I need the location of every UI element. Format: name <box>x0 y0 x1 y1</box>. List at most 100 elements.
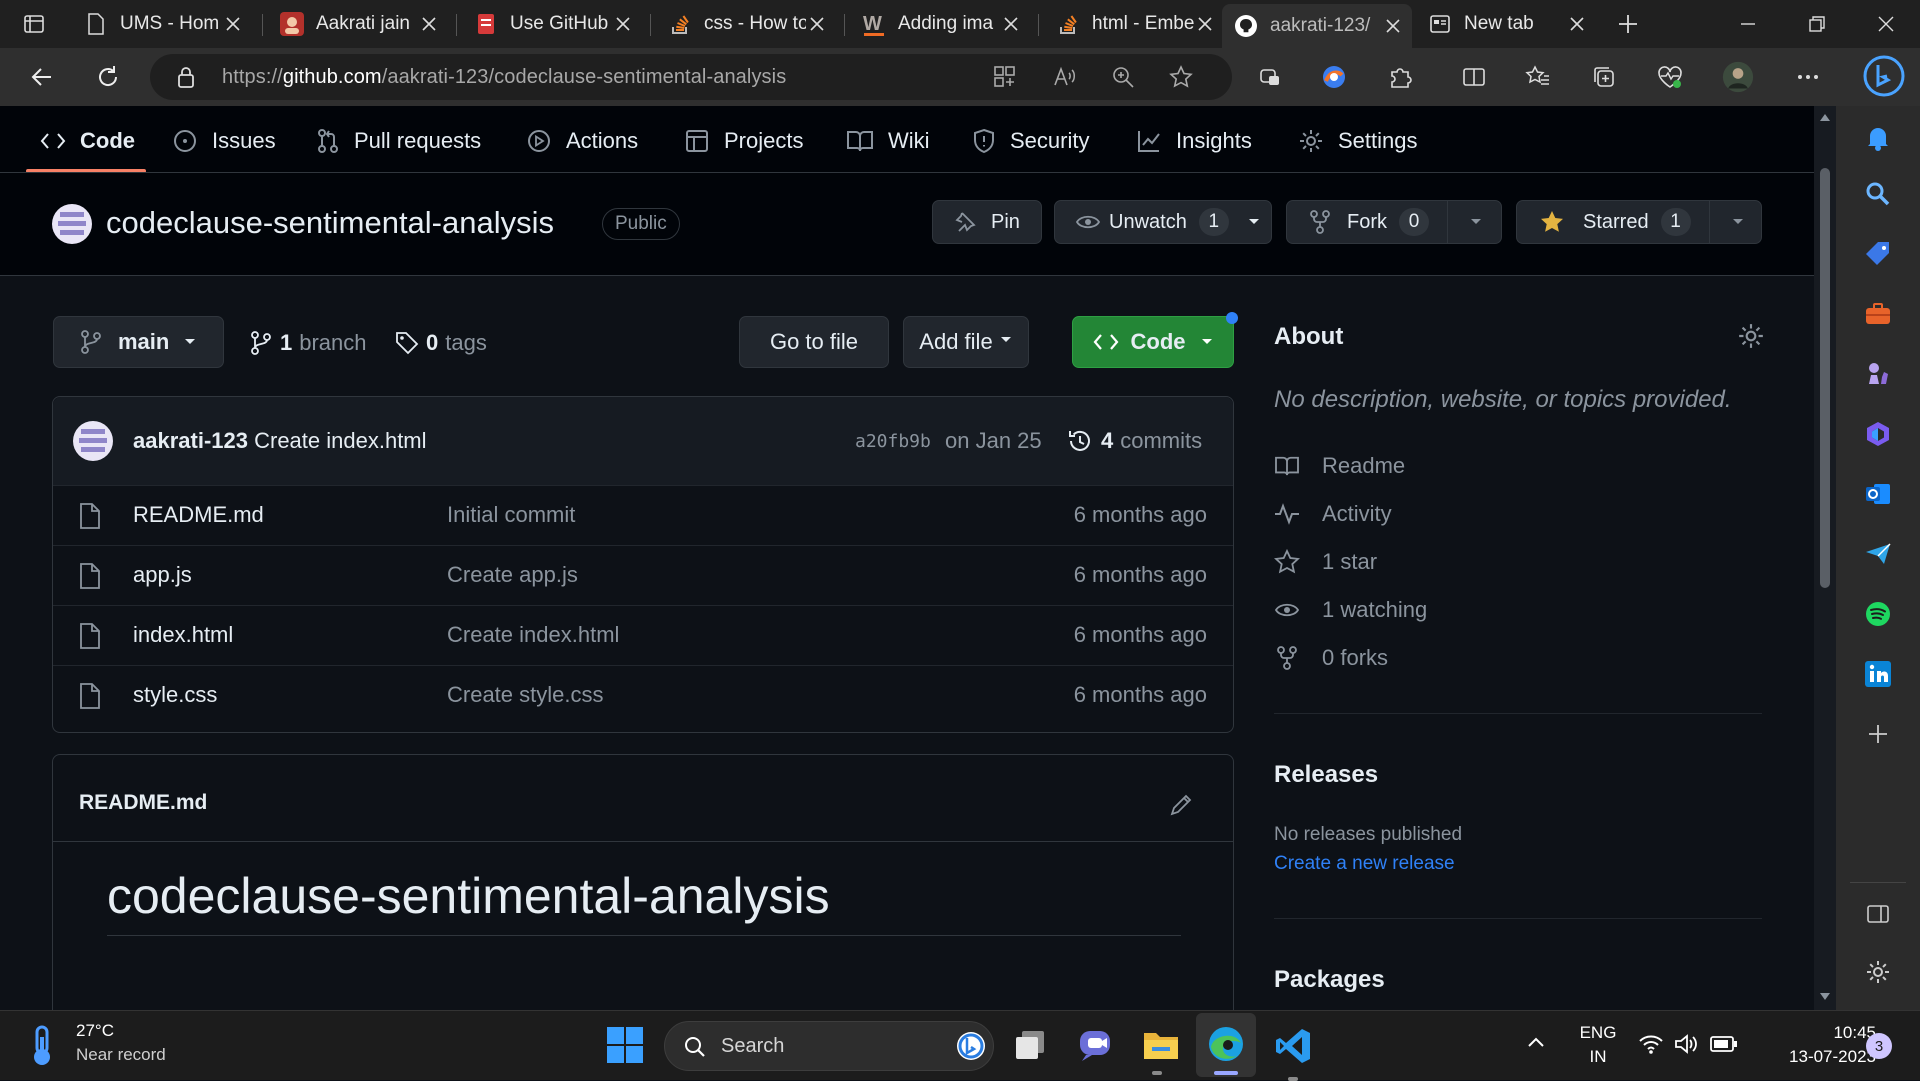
branch-selector[interactable]: main <box>53 316 224 368</box>
back-icon[interactable] <box>26 61 58 93</box>
volume-icon[interactable] <box>1674 1033 1700 1055</box>
games-chess-icon[interactable] <box>1860 356 1896 392</box>
more-menu-icon[interactable] <box>1792 61 1824 93</box>
branches-link[interactable]: 1 branch <box>250 328 367 358</box>
add-sidebar-app-icon[interactable] <box>1860 716 1896 752</box>
packages-title[interactable]: Packages <box>1274 966 1385 994</box>
caret-down-icon[interactable] <box>1469 217 1483 227</box>
commit-message[interactable]: Create index.html <box>254 428 426 453</box>
teams-chat-icon[interactable] <box>1076 1027 1114 1063</box>
browser-extension-icon[interactable] <box>1318 61 1350 93</box>
read-aloud-icon[interactable] <box>1052 64 1078 90</box>
about-watching-link[interactable]: 1 watching <box>1274 595 1427 625</box>
collections-icon[interactable] <box>1588 61 1620 93</box>
close-icon[interactable] <box>806 13 828 35</box>
input-region[interactable]: IN <box>1578 1047 1618 1067</box>
repo-name[interactable]: codeclause-sentimental-analysis <box>106 205 554 241</box>
commit-author-avatar[interactable] <box>73 421 113 461</box>
tab-actions-icon[interactable] <box>22 12 46 36</box>
tab-html-embed[interactable]: html - Embe <box>1044 6 1224 42</box>
file-name[interactable]: index.html <box>133 622 233 648</box>
tab-ums[interactable]: UMS - Hom <box>72 6 252 42</box>
app-available-icon[interactable] <box>992 64 1018 90</box>
tools-briefcase-icon[interactable] <box>1860 296 1896 332</box>
input-language[interactable]: ENG <box>1578 1023 1618 1043</box>
tab-projects[interactable]: Projects <box>684 116 803 166</box>
tab-security[interactable]: Security <box>972 116 1089 166</box>
scroll-down-icon[interactable] <box>1819 992 1831 1002</box>
wifi-icon[interactable] <box>1638 1033 1664 1055</box>
file-row[interactable]: style.css Create style.css 6 months ago <box>53 665 1233 725</box>
minimize-icon[interactable] <box>1736 12 1760 36</box>
sidebar-settings-gear-icon[interactable] <box>1860 954 1896 990</box>
starred-button[interactable]: Starred 1 <box>1516 200 1762 244</box>
file-name[interactable]: README.md <box>133 502 264 528</box>
task-view-icon[interactable] <box>1012 1027 1048 1063</box>
scrollbar-thumb[interactable] <box>1820 168 1830 588</box>
close-icon[interactable] <box>418 13 440 35</box>
profile-avatar-icon[interactable] <box>1722 61 1754 93</box>
add-file-button[interactable]: Add file <box>903 316 1029 368</box>
tab-code[interactable]: Code <box>40 116 135 166</box>
file-row[interactable]: app.js Create app.js 6 months ago <box>53 545 1233 605</box>
tab-aakrati[interactable]: Aakrati jain <box>268 6 448 42</box>
close-icon[interactable] <box>222 13 244 35</box>
file-commit-message[interactable]: Initial commit <box>447 502 575 528</box>
tags-link[interactable]: 0 tags <box>394 328 487 358</box>
spotify-icon[interactable] <box>1860 596 1896 632</box>
battery-icon[interactable] <box>1710 1035 1738 1053</box>
tab-use-github[interactable]: Use GitHub <box>462 6 642 42</box>
split-screen-icon[interactable] <box>1458 61 1490 93</box>
close-icon[interactable] <box>612 13 634 35</box>
zoom-icon[interactable] <box>1110 64 1136 90</box>
close-icon[interactable] <box>1194 13 1216 35</box>
fork-button[interactable]: Fork 0 <box>1286 200 1502 244</box>
commit-sha[interactable]: a20fb9b <box>855 431 931 452</box>
send-telegram-icon[interactable] <box>1860 536 1896 572</box>
taskbar-search-box[interactable]: Search <box>664 1021 994 1071</box>
file-commit-message[interactable]: Create app.js <box>447 562 578 588</box>
clock-date[interactable]: 13-07-2023 <box>1756 1047 1876 1067</box>
hide-sidebar-icon[interactable] <box>1860 896 1896 932</box>
linkedin-icon[interactable] <box>1860 656 1896 692</box>
clock-time[interactable]: 10:45 <box>1756 1023 1876 1043</box>
notification-bell-icon[interactable] <box>1860 120 1896 156</box>
commit-author[interactable]: aakrati-123 <box>133 428 248 453</box>
address-bar[interactable]: https://github.com/aakrati-123/codeclaus… <box>150 54 1232 100</box>
lock-icon[interactable] <box>176 66 196 88</box>
go-to-file-button[interactable]: Go to file <box>739 316 889 368</box>
file-row[interactable]: index.html Create index.html 6 months ag… <box>53 605 1233 665</box>
vscode-icon[interactable] <box>1274 1027 1312 1081</box>
restore-icon[interactable] <box>1805 12 1829 36</box>
search-icon[interactable] <box>1860 176 1896 212</box>
code-clone-button[interactable]: Code <box>1072 316 1234 368</box>
file-name[interactable]: style.css <box>133 682 217 708</box>
show-hidden-icons-chevron-icon[interactable] <box>1526 1035 1546 1049</box>
notification-count-badge[interactable]: 3 <box>1866 1033 1892 1059</box>
windows-start-icon[interactable] <box>606 1026 644 1064</box>
releases-title[interactable]: Releases <box>1274 761 1378 789</box>
tab-adding-image[interactable]: W Adding ima <box>850 6 1030 42</box>
bing-copilot-icon[interactable] <box>1862 54 1906 98</box>
new-tab-plus-icon[interactable] <box>1616 12 1640 36</box>
extensions-puzzle-icon[interactable] <box>1384 61 1416 93</box>
about-stars-link[interactable]: 1 star <box>1274 547 1377 577</box>
pin-button[interactable]: Pin <box>932 200 1042 244</box>
tab-css[interactable]: css - How to <box>656 6 836 42</box>
tab-issues[interactable]: Issues <box>172 116 276 166</box>
repo-owner-avatar[interactable] <box>52 204 92 244</box>
about-forks-link[interactable]: 0 forks <box>1274 643 1388 673</box>
tab-new-tab[interactable]: New tab <box>1416 6 1596 42</box>
scroll-up-icon[interactable] <box>1819 112 1831 122</box>
microsoft-365-icon[interactable] <box>1860 416 1896 452</box>
unwatch-button[interactable]: Unwatch 1 <box>1054 200 1272 244</box>
create-release-link[interactable]: Create a new release <box>1274 853 1455 875</box>
tab-actions[interactable]: Actions <box>526 116 638 166</box>
tab-github-active[interactable]: aakrati-123/ <box>1222 4 1412 48</box>
browser-essentials-icon[interactable] <box>1654 61 1686 93</box>
weather-desc[interactable]: Near record <box>76 1045 166 1065</box>
edit-pencil-icon[interactable] <box>1169 791 1195 817</box>
about-settings-gear-icon[interactable] <box>1737 322 1765 350</box>
file-commit-message[interactable]: Create style.css <box>447 682 604 708</box>
weather-thermometer-icon[interactable] <box>26 1025 60 1067</box>
